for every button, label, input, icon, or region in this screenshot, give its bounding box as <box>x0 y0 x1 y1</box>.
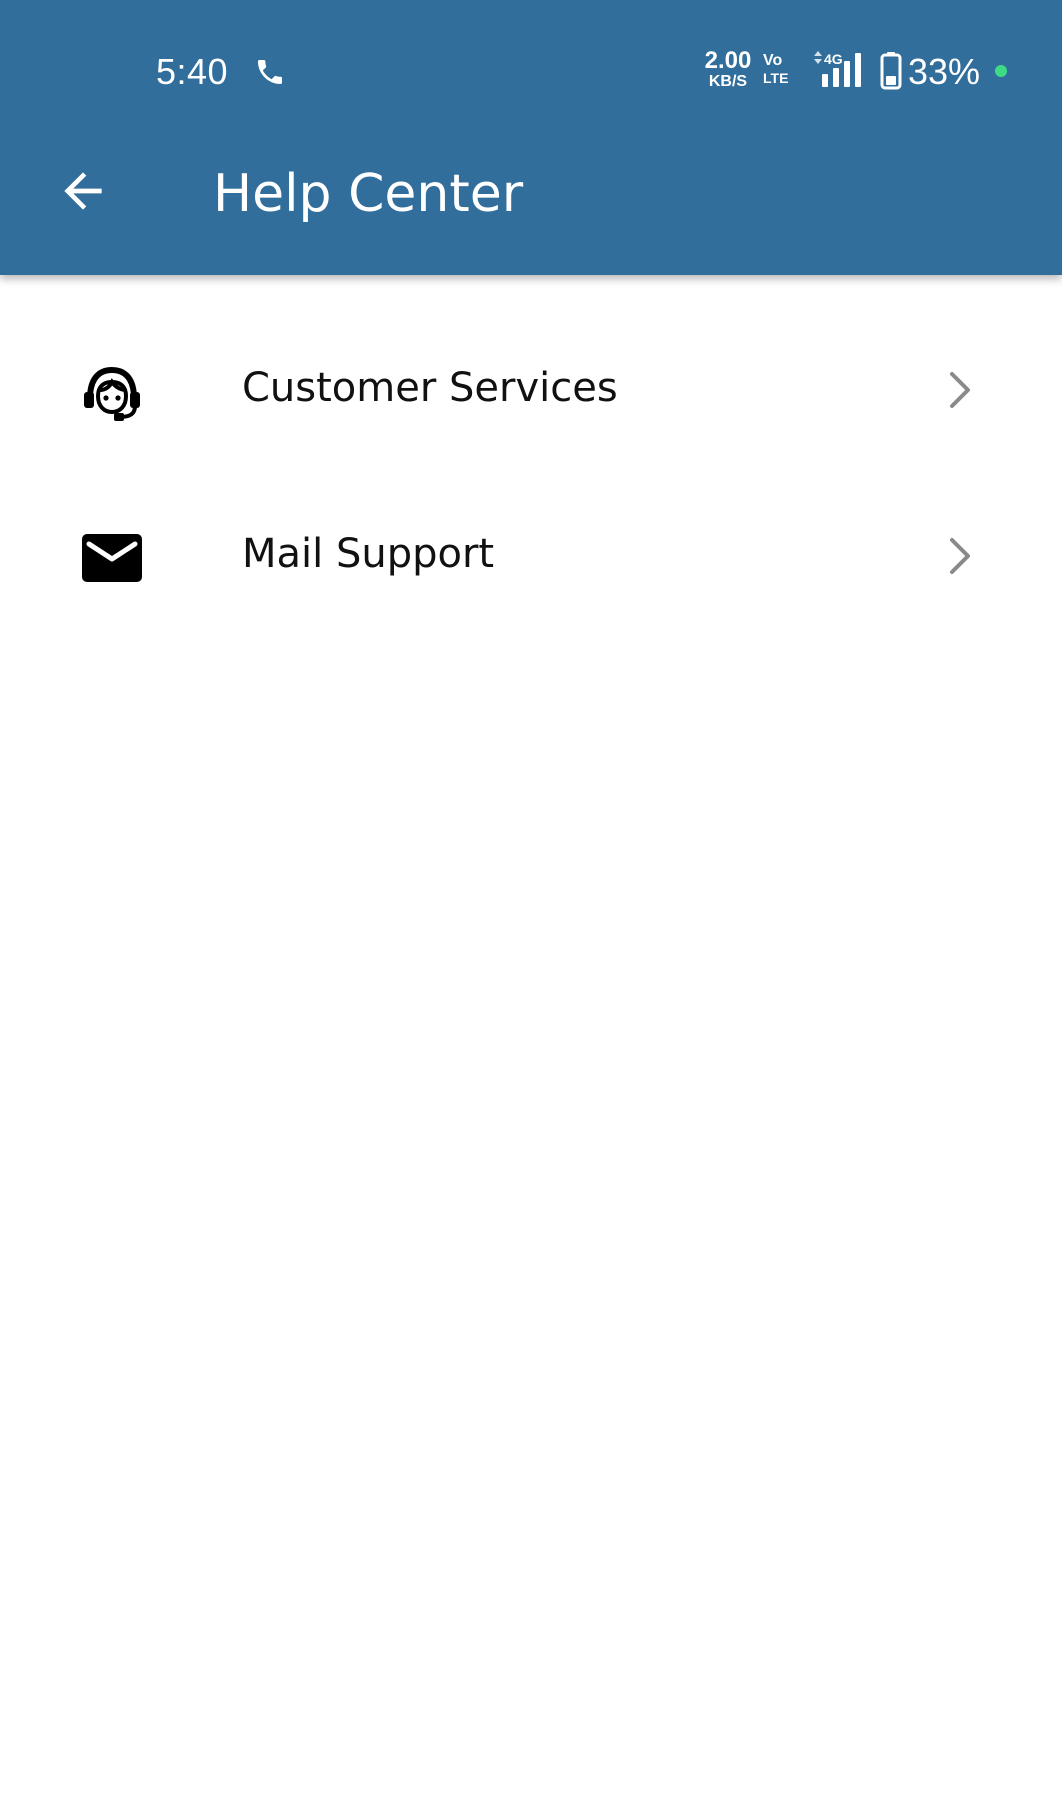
chevron-right-icon <box>944 368 976 412</box>
chevron-right-icon <box>944 534 976 578</box>
app-bar: 5:40 2.00 KB/S Vo LTE 4G 33% Help Center <box>0 0 1062 275</box>
page-title: Help Center <box>213 164 524 224</box>
battery-percent: 33% <box>908 51 981 92</box>
signal-icon: 4G <box>812 50 870 88</box>
network-speed: 2.00 KB/S <box>700 49 756 90</box>
privacy-indicator-dot <box>995 65 1007 77</box>
menu-item-customer-services[interactable]: Customer Services <box>0 305 1062 471</box>
mail-icon <box>80 524 144 588</box>
volte-bottom-label: LTE <box>763 70 789 86</box>
battery-icon <box>880 52 902 90</box>
network-speed-value: 2.00 <box>704 47 752 74</box>
menu-item-label: Customer Services <box>242 365 618 411</box>
menu-item-mail-support[interactable]: Mail Support <box>0 471 1062 637</box>
menu-item-label: Mail Support <box>242 531 495 577</box>
headset-agent-icon <box>80 358 144 422</box>
network-speed-unit: KB/S <box>708 73 748 90</box>
volte-top-label: Vo <box>763 52 783 69</box>
status-time: 5:40 <box>156 51 229 92</box>
help-menu-list: Customer Services Mail Support <box>0 305 1062 637</box>
status-bar: 5:40 2.00 KB/S Vo LTE 4G 33% <box>0 0 1062 140</box>
volte-indicator: Vo LTE <box>763 52 801 86</box>
arrow-left-icon[interactable] <box>55 163 111 219</box>
phone-icon <box>254 56 286 88</box>
